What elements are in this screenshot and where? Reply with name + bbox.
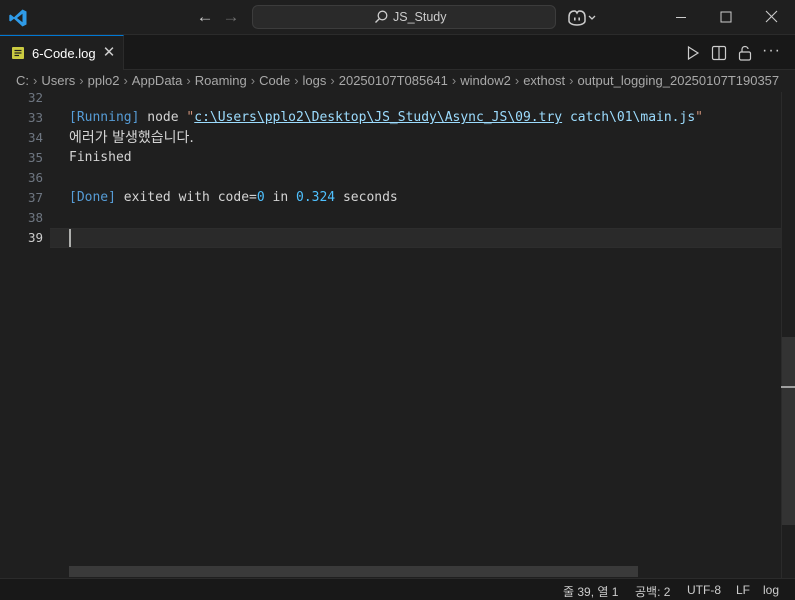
line-number-gutter: 32 33 34 35 36 37 38 39: [0, 92, 50, 578]
chevron-right-icon: ›: [33, 73, 38, 88]
exit-code: 0: [256, 190, 265, 205]
log-line-running: [Running] node "c:\Users\pplo2\Desktop\J…: [69, 108, 703, 128]
minimize-icon[interactable]: [658, 0, 704, 34]
chevron-down-icon: [588, 15, 596, 20]
end-of-line[interactable]: LF: [736, 583, 750, 597]
exit-text: exited with code=: [115, 190, 257, 205]
in-text: in: [264, 190, 296, 205]
breadcrumb-item[interactable]: pplo2: [88, 73, 120, 88]
editor[interactable]: 32 33 34 35 36 37 38 39 [Running] node "…: [0, 92, 795, 578]
chevron-right-icon: ›: [330, 73, 335, 88]
breadcrumb-item[interactable]: output_logging_20250107T190357: [577, 73, 779, 88]
search-icon: [375, 10, 388, 23]
text-cursor: [69, 229, 71, 247]
vertical-scrollbar-thumb[interactable]: [782, 337, 795, 525]
elapsed-seconds: 0.324: [296, 190, 336, 205]
maximize-icon[interactable]: [703, 0, 749, 34]
chevron-right-icon: ›: [250, 73, 256, 88]
chevron-right-icon: ›: [569, 73, 574, 88]
file-path-continuation: catch\01\main.js: [569, 110, 696, 125]
close-icon[interactable]: [749, 0, 795, 34]
line-number: 38: [27, 210, 43, 225]
title-bar: ← → JS_Study: [0, 0, 795, 35]
seconds-text: seconds: [335, 190, 398, 205]
more-actions-icon[interactable]: ···: [762, 43, 780, 62]
encoding[interactable]: UTF-8: [687, 583, 721, 597]
vscode-logo-icon[interactable]: [8, 8, 28, 28]
breadcrumb-item[interactable]: Code: [259, 73, 290, 88]
log-line-finished: Finished: [69, 150, 132, 165]
cursor-position-marker: [781, 386, 795, 388]
chevron-right-icon: ›: [79, 73, 84, 88]
back-arrow-icon[interactable]: ←: [194, 7, 216, 29]
breadcrumb-item[interactable]: Roaming: [195, 73, 247, 88]
done-keyword: Done: [76, 190, 109, 205]
command-center-label: JS_Study: [393, 10, 447, 24]
cursor-position[interactable]: 줄 39, 열 1: [563, 583, 618, 600]
log-line-error-message: 에러가 발생했습니다.: [69, 130, 194, 146]
bracket: [: [69, 110, 77, 125]
lock-icon[interactable]: [736, 44, 754, 62]
file-path-link[interactable]: c:\Users\pplo2\Desktop\JS_Study\Async_JS…: [194, 110, 562, 125]
tab-6-code-log[interactable]: 6-Code.log ✕: [0, 35, 124, 70]
split-editor-icon[interactable]: [710, 44, 728, 62]
chevron-right-icon: ›: [186, 73, 191, 88]
breadcrumb-item[interactable]: exthost: [523, 73, 565, 88]
quote: ": [695, 110, 703, 125]
tab-label: 6-Code.log: [32, 46, 96, 61]
line-number-active: 39: [27, 230, 43, 245]
tab-bar: 6-Code.log ✕: [0, 35, 795, 70]
line-number: 36: [27, 170, 43, 185]
code-area[interactable]: [Running] node "c:\Users\pplo2\Desktop\J…: [69, 92, 781, 578]
line-number: 37: [27, 190, 43, 205]
indentation[interactable]: 공백: 2: [635, 583, 670, 600]
command-center-search[interactable]: JS_Study: [252, 5, 556, 29]
breadcrumb-item[interactable]: logs: [303, 73, 327, 88]
chevron-right-icon: ›: [294, 73, 299, 88]
run-icon[interactable]: [684, 44, 702, 62]
log-file-icon: [12, 47, 24, 59]
forward-arrow-icon[interactable]: →: [220, 7, 242, 29]
tab-close-icon[interactable]: ✕: [101, 45, 117, 61]
copilot-icon[interactable]: [566, 8, 598, 28]
line-number: 32: [27, 92, 43, 105]
line-number: 33: [27, 110, 43, 125]
breadcrumb-item[interactable]: window2: [460, 73, 511, 88]
line-number: 34: [27, 130, 43, 145]
breadcrumb-item[interactable]: Users: [41, 73, 75, 88]
language-mode[interactable]: log: [763, 583, 779, 597]
log-line-done: [Done] exited with code=0 in 0.324 secon…: [69, 188, 398, 208]
status-bar: 줄 39, 열 1 공백: 2 UTF-8 LF log: [0, 578, 795, 600]
breadcrumb-item[interactable]: C:: [16, 73, 29, 88]
horizontal-scrollbar-thumb[interactable]: [69, 566, 638, 577]
breadcrumb-item[interactable]: AppData: [132, 73, 183, 88]
breadcrumb-item[interactable]: 20250107T085641: [339, 73, 448, 88]
chevron-right-icon: ›: [451, 73, 457, 88]
bracket: ]: [108, 190, 116, 205]
running-keyword: Running: [76, 110, 132, 125]
chevron-right-icon: ›: [123, 73, 128, 88]
chevron-right-icon: ›: [514, 73, 520, 88]
node-text: node: [139, 110, 187, 125]
breadcrumb: C: › Users › pplo2 › AppData › Roaming › Code › logs…: [0, 70, 795, 92]
bracket: [: [69, 190, 77, 205]
line-number: 35: [27, 150, 43, 165]
